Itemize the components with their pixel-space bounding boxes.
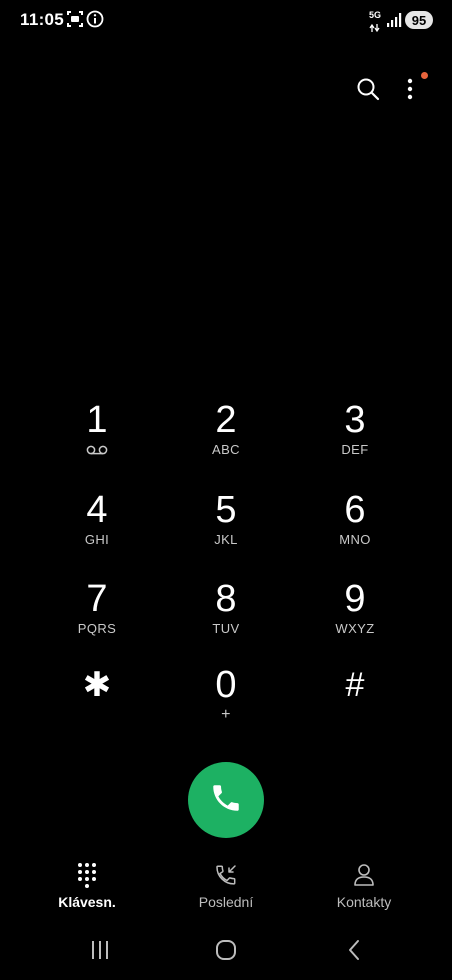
key-0[interactable]: 0 +	[161, 663, 291, 747]
key-5[interactable]: 5 JKL	[161, 488, 291, 577]
key-letters: DEF	[341, 442, 369, 457]
more-options-button[interactable]	[395, 76, 425, 106]
info-icon	[86, 10, 106, 30]
key-digit: 8	[215, 578, 237, 620]
key-digit: #	[345, 666, 365, 704]
battery-indicator: 95	[405, 11, 433, 29]
key-digit: ✱	[82, 666, 112, 704]
status-time: 11:05	[20, 10, 65, 29]
key-digit: 7	[86, 578, 108, 620]
system-nav-bar	[0, 930, 452, 974]
key-9[interactable]: 9 WXYZ	[291, 577, 419, 663]
key-4[interactable]: 4 GHI	[33, 488, 161, 577]
key-digit: 9	[344, 578, 366, 620]
back-button[interactable]	[334, 938, 374, 966]
key-3[interactable]: 3 DEF	[291, 398, 419, 488]
key-letters: WXYZ	[335, 621, 375, 636]
key-digit: 3	[344, 399, 366, 441]
search-icon	[356, 77, 380, 106]
recents-button[interactable]	[80, 938, 120, 966]
signal-icon	[386, 12, 406, 32]
key-digit: 5	[215, 489, 237, 531]
tab-label: Klávesn.	[58, 894, 116, 910]
network-type-label: 5G	[369, 10, 382, 20]
tab-label: Kontakty	[336, 894, 392, 910]
phone-icon	[209, 781, 243, 820]
key-star[interactable]: ✱	[33, 663, 161, 747]
search-button[interactable]	[353, 76, 383, 106]
status-bar: 11:05 5G 95	[0, 0, 452, 40]
key-letters: GHI	[84, 532, 110, 547]
key-letters: JKL	[214, 532, 238, 547]
tab-label: Poslední	[198, 894, 254, 910]
home-button[interactable]	[206, 938, 246, 966]
key-digit: 2	[215, 399, 237, 441]
recent-calls-icon	[213, 860, 239, 890]
call-button[interactable]	[188, 762, 264, 838]
back-icon	[347, 939, 361, 966]
dial-keypad: 1 2 ABC 3 DEF 4 GHI 5 JKL 6 MNO 7 PQRS 8…	[33, 398, 419, 747]
key-7[interactable]: 7 PQRS	[33, 577, 161, 663]
key-6[interactable]: 6 MNO	[291, 488, 419, 577]
tab-recent[interactable]: Poslední	[156, 860, 296, 912]
key-digit: 4	[86, 489, 108, 531]
voicemail-icon	[86, 442, 108, 458]
tab-contacts[interactable]: Kontakty	[294, 860, 434, 912]
key-digit: 6	[344, 489, 366, 531]
key-letters: MNO	[339, 532, 371, 547]
key-digit: 0	[215, 664, 237, 706]
tab-keypad[interactable]: Klávesn.	[17, 860, 157, 912]
keypad-icon	[77, 860, 97, 890]
key-digit: 1	[86, 399, 108, 441]
key-letters: TUV	[212, 621, 240, 636]
key-1[interactable]: 1	[33, 398, 161, 488]
key-letters: +	[221, 706, 231, 723]
key-letters: ABC	[212, 442, 240, 457]
key-letters: PQRS	[77, 621, 117, 636]
home-icon	[215, 939, 237, 966]
contacts-icon	[352, 860, 376, 890]
recents-icon	[90, 940, 110, 965]
key-hash[interactable]: #	[291, 663, 419, 747]
key-2[interactable]: 2 ABC	[161, 398, 291, 488]
data-arrows-icon	[369, 20, 381, 33]
bottom-tab-bar: Klávesn. Poslední Kontakty	[0, 860, 452, 916]
notification-dot	[421, 72, 428, 79]
key-8[interactable]: 8 TUV	[161, 577, 291, 663]
screenshot-icon	[66, 10, 86, 30]
more-vertical-icon	[407, 78, 413, 105]
